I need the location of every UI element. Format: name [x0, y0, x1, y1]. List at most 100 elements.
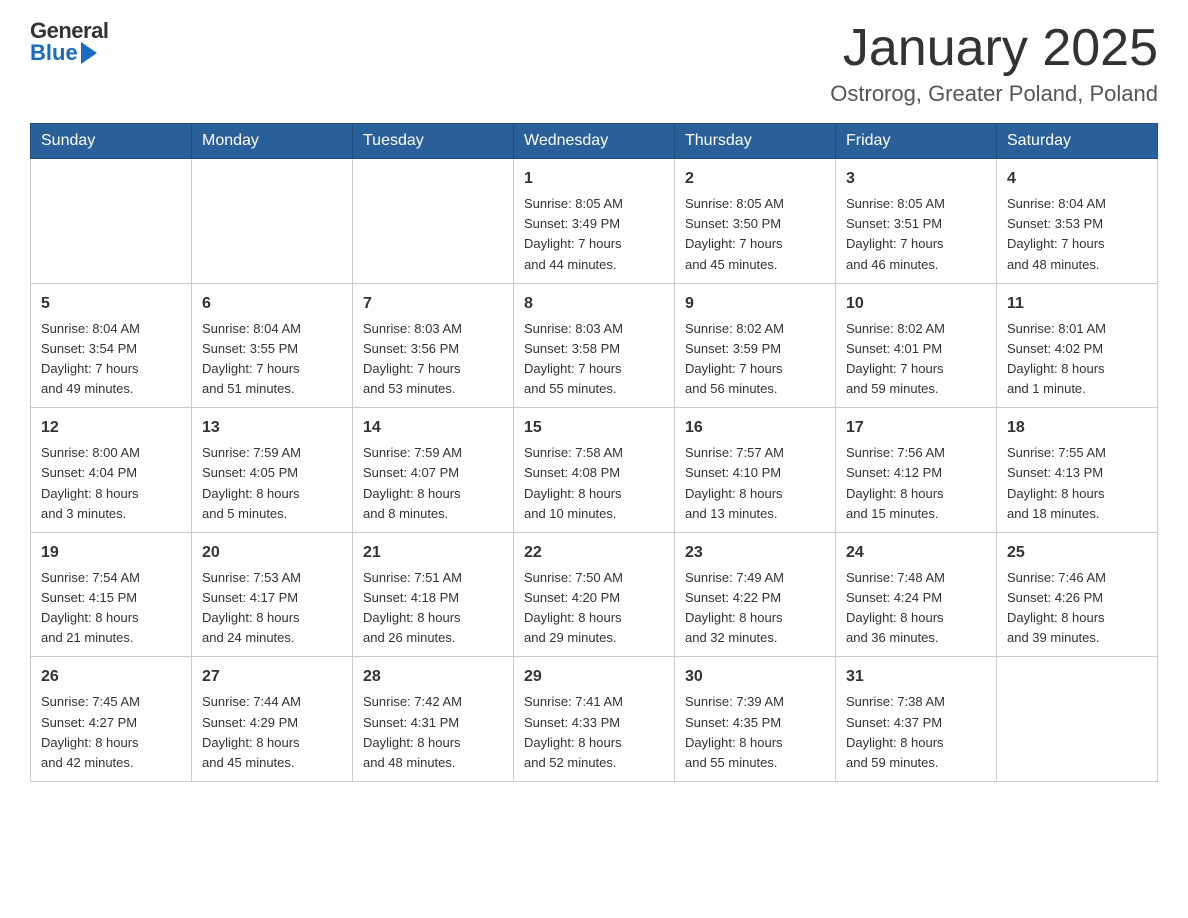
week-row-4: 19Sunrise: 7:54 AMSunset: 4:15 PMDayligh… — [31, 532, 1158, 657]
weekday-header-monday: Monday — [192, 124, 353, 159]
day-number: 11 — [1007, 292, 1147, 316]
calendar-cell: 5 Sunrise: 8:04 AMSunset: 3:54 PMDaylight… — [31, 283, 192, 408]
day-number: 31 — [846, 665, 986, 689]
day-info: Sunrise: 8:05 AMSunset: 3:49 PMDaylight:… — [524, 194, 664, 275]
calendar-cell: 30Sunrise: 7:39 AMSunset: 4:35 PMDayligh… — [675, 657, 836, 782]
day-number: 8 — [524, 292, 664, 316]
week-row-1: 1 Sunrise: 8:05 AMSunset: 3:49 PMDaylight… — [31, 159, 1158, 284]
day-number: 30 — [685, 665, 825, 689]
day-info: Sunrise: 7:44 AMSunset: 4:29 PMDaylight:… — [202, 692, 342, 773]
day-number: 21 — [363, 541, 503, 565]
day-number: 25 — [1007, 541, 1147, 565]
calendar-cell: 14Sunrise: 7:59 AMSunset: 4:07 PMDayligh… — [353, 408, 514, 533]
calendar-cell — [353, 159, 514, 284]
calendar-cell: 19Sunrise: 7:54 AMSunset: 4:15 PMDayligh… — [31, 532, 192, 657]
day-info: Sunrise: 8:04 AMSunset: 3:54 PMDaylight:… — [41, 319, 181, 400]
calendar-cell: 27 Sunrise: 7:44 AMSunset: 4:29 PMDayligh… — [192, 657, 353, 782]
calendar-cell: 4 Sunrise: 8:04 AMSunset: 3:53 PMDaylight… — [997, 159, 1158, 284]
day-number: 18 — [1007, 416, 1147, 440]
day-number: 20 — [202, 541, 342, 565]
day-number: 26 — [41, 665, 181, 689]
day-number: 10 — [846, 292, 986, 316]
calendar-cell: 26 Sunrise: 7:45 AMSunset: 4:27 PMDayligh… — [31, 657, 192, 782]
weekday-header-friday: Friday — [836, 124, 997, 159]
calendar-cell: 13 Sunrise: 7:59 AMSunset: 4:05 PMDayligh… — [192, 408, 353, 533]
calendar-cell — [997, 657, 1158, 782]
calendar-cell: 6Sunrise: 8:04 AMSunset: 3:55 PMDaylight… — [192, 283, 353, 408]
day-info: Sunrise: 7:51 AMSunset: 4:18 PMDaylight:… — [363, 568, 503, 649]
day-number: 17 — [846, 416, 986, 440]
day-info: Sunrise: 7:57 AMSunset: 4:10 PMDaylight:… — [685, 443, 825, 524]
day-number: 3 — [846, 167, 986, 191]
day-number: 1 — [524, 167, 664, 191]
day-info: Sunrise: 7:58 AMSunset: 4:08 PMDaylight:… — [524, 443, 664, 524]
day-number: 22 — [524, 541, 664, 565]
weekday-header-wednesday: Wednesday — [514, 124, 675, 159]
day-number: 27 — [202, 665, 342, 689]
day-number: 15 — [524, 416, 664, 440]
calendar-cell: 3 Sunrise: 8:05 AMSunset: 3:51 PMDaylight… — [836, 159, 997, 284]
weekday-header-saturday: Saturday — [997, 124, 1158, 159]
calendar-cell: 24 Sunrise: 7:48 AMSunset: 4:24 PMDayligh… — [836, 532, 997, 657]
location-subtitle: Ostrorog, Greater Poland, Poland — [830, 81, 1158, 107]
day-info: Sunrise: 7:59 AMSunset: 4:07 PMDaylight:… — [363, 443, 503, 524]
weekday-header-thursday: Thursday — [675, 124, 836, 159]
calendar-cell: 7Sunrise: 8:03 AMSunset: 3:56 PMDaylight… — [353, 283, 514, 408]
calendar-cell: 29Sunrise: 7:41 AMSunset: 4:33 PMDayligh… — [514, 657, 675, 782]
calendar-cell: 9 Sunrise: 8:02 AMSunset: 3:59 PMDaylight… — [675, 283, 836, 408]
calendar-cell: 23Sunrise: 7:49 AMSunset: 4:22 PMDayligh… — [675, 532, 836, 657]
calendar-cell: 18 Sunrise: 7:55 AMSunset: 4:13 PMDayligh… — [997, 408, 1158, 533]
day-number: 19 — [41, 541, 181, 565]
day-info: Sunrise: 7:53 AMSunset: 4:17 PMDaylight:… — [202, 568, 342, 649]
day-info: Sunrise: 8:03 AMSunset: 3:58 PMDaylight:… — [524, 319, 664, 400]
day-number: 12 — [41, 416, 181, 440]
day-info: Sunrise: 8:05 AMSunset: 3:50 PMDaylight:… — [685, 194, 825, 275]
day-number: 7 — [363, 292, 503, 316]
logo-general-text: General — [30, 20, 108, 42]
day-info: Sunrise: 7:46 AMSunset: 4:26 PMDaylight:… — [1007, 568, 1147, 649]
week-row-3: 12Sunrise: 8:00 AMSunset: 4:04 PMDayligh… — [31, 408, 1158, 533]
day-info: Sunrise: 8:05 AMSunset: 3:51 PMDaylight:… — [846, 194, 986, 275]
day-info: Sunrise: 8:02 AMSunset: 4:01 PMDaylight:… — [846, 319, 986, 400]
calendar-cell: 22 Sunrise: 7:50 AMSunset: 4:20 PMDayligh… — [514, 532, 675, 657]
day-info: Sunrise: 7:38 AMSunset: 4:37 PMDaylight:… — [846, 692, 986, 773]
calendar-cell: 25 Sunrise: 7:46 AMSunset: 4:26 PMDayligh… — [997, 532, 1158, 657]
title-area: January 2025 Ostrorog, Greater Poland, P… — [830, 20, 1158, 107]
day-info: Sunrise: 7:41 AMSunset: 4:33 PMDaylight:… — [524, 692, 664, 773]
logo-triangle-icon — [81, 42, 97, 64]
calendar-cell: 17 Sunrise: 7:56 AMSunset: 4:12 PMDayligh… — [836, 408, 997, 533]
day-number: 13 — [202, 416, 342, 440]
day-number: 5 — [41, 292, 181, 316]
day-info: Sunrise: 7:55 AMSunset: 4:13 PMDaylight:… — [1007, 443, 1147, 524]
logo-area: General Blue — [30, 20, 108, 64]
day-number: 4 — [1007, 167, 1147, 191]
calendar-cell — [31, 159, 192, 284]
weekday-header-row: SundayMondayTuesdayWednesdayThursdayFrid… — [31, 124, 1158, 159]
day-info: Sunrise: 7:50 AMSunset: 4:20 PMDaylight:… — [524, 568, 664, 649]
calendar-cell: 31 Sunrise: 7:38 AMSunset: 4:37 PMDayligh… — [836, 657, 997, 782]
day-number: 24 — [846, 541, 986, 565]
header: General Blue January 2025 Ostrorog, Grea… — [30, 20, 1158, 107]
calendar-cell: 16Sunrise: 7:57 AMSunset: 4:10 PMDayligh… — [675, 408, 836, 533]
calendar-cell: 11Sunrise: 8:01 AMSunset: 4:02 PMDayligh… — [997, 283, 1158, 408]
calendar-cell — [192, 159, 353, 284]
day-info: Sunrise: 8:04 AMSunset: 3:55 PMDaylight:… — [202, 319, 342, 400]
calendar-cell: 12Sunrise: 8:00 AMSunset: 4:04 PMDayligh… — [31, 408, 192, 533]
week-row-2: 5 Sunrise: 8:04 AMSunset: 3:54 PMDaylight… — [31, 283, 1158, 408]
calendar-table: SundayMondayTuesdayWednesdayThursdayFrid… — [30, 123, 1158, 782]
day-info: Sunrise: 7:45 AMSunset: 4:27 PMDaylight:… — [41, 692, 181, 773]
day-number: 23 — [685, 541, 825, 565]
day-number: 2 — [685, 167, 825, 191]
day-info: Sunrise: 7:42 AMSunset: 4:31 PMDaylight:… — [363, 692, 503, 773]
day-info: Sunrise: 8:02 AMSunset: 3:59 PMDaylight:… — [685, 319, 825, 400]
calendar-cell: 10 Sunrise: 8:02 AMSunset: 4:01 PMDayligh… — [836, 283, 997, 408]
day-number: 9 — [685, 292, 825, 316]
day-info: Sunrise: 7:59 AMSunset: 4:05 PMDaylight:… — [202, 443, 342, 524]
weekday-header-sunday: Sunday — [31, 124, 192, 159]
day-info: Sunrise: 7:56 AMSunset: 4:12 PMDaylight:… — [846, 443, 986, 524]
day-info: Sunrise: 7:48 AMSunset: 4:24 PMDaylight:… — [846, 568, 986, 649]
day-info: Sunrise: 8:04 AMSunset: 3:53 PMDaylight:… — [1007, 194, 1147, 275]
day-number: 28 — [363, 665, 503, 689]
weekday-header-tuesday: Tuesday — [353, 124, 514, 159]
calendar-cell: 8 Sunrise: 8:03 AMSunset: 3:58 PMDaylight… — [514, 283, 675, 408]
